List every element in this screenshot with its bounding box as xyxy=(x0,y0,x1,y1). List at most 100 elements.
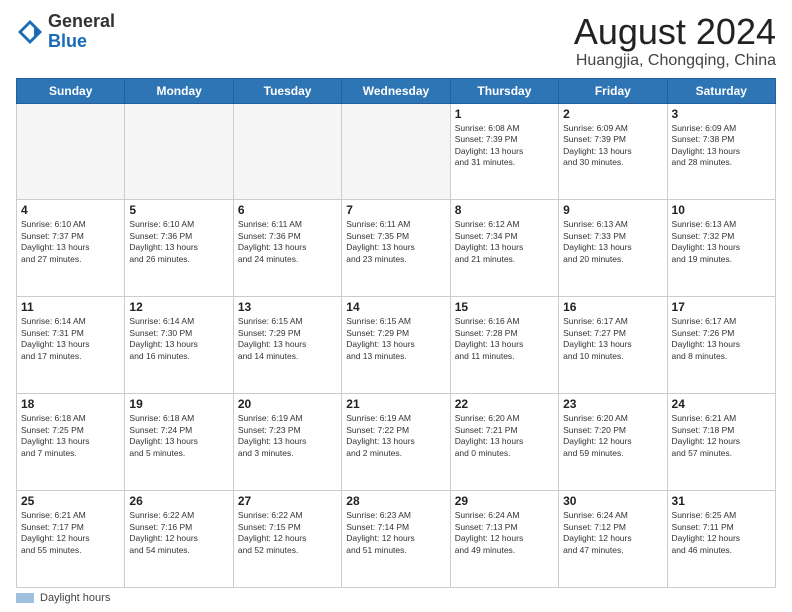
calendar-cell: 23Sunrise: 6:20 AM Sunset: 7:20 PM Dayli… xyxy=(559,394,667,491)
day-info: Sunrise: 6:18 AM Sunset: 7:25 PM Dayligh… xyxy=(21,413,120,459)
weekday-header: Saturday xyxy=(667,78,775,103)
calendar-cell: 3 Sunrise: 6:09 AM Sunset: 7:38 PM Daylig… xyxy=(667,103,775,200)
day-info: Sunrise: 6:23 AM Sunset: 7:14 PM Dayligh… xyxy=(346,510,445,556)
day-number: 31 xyxy=(672,494,771,508)
logo-text: General Blue xyxy=(48,12,115,52)
day-info: Sunrise: 6:09 AM Sunset: 7:39 PM Dayligh… xyxy=(563,123,662,169)
day-number: 13 xyxy=(238,300,337,314)
day-info: Sunrise: 6:17 AM Sunset: 7:26 PM Dayligh… xyxy=(672,316,771,362)
location: Huangjia, Chongqing, China xyxy=(574,52,776,70)
day-number: 11 xyxy=(21,300,120,314)
weekday-header: Monday xyxy=(125,78,233,103)
calendar-cell: 12 Sunrise: 6:14 AM Sunset: 7:30 PM Dayli… xyxy=(125,297,233,394)
calendar-cell: 29 Sunrise: 6:24 AM Sunset: 7:13 PM Dayli… xyxy=(450,491,558,588)
day-number: 25 xyxy=(21,494,120,508)
day-info: Sunrise: 6:19 AM Sunset: 7:23 PM Dayligh… xyxy=(238,413,337,459)
weekday-header-row: SundayMondayTuesdayWednesdayThursdayFrid… xyxy=(17,78,776,103)
day-info: Sunrise: 6:10 AM Sunset: 7:36 PM Dayligh… xyxy=(129,219,228,265)
day-info: Sunrise: 6:11 AM Sunset: 7:35 PM Dayligh… xyxy=(346,219,445,265)
day-number: 29 xyxy=(455,494,554,508)
calendar-cell: 19 Sunrise: 6:18 AM Sunset: 7:24 PM Dayli… xyxy=(125,394,233,491)
day-info: Sunrise: 6:20 AM Sunset: 7:20 PM Dayligh… xyxy=(563,413,662,459)
day-info: Sunrise: 6:10 AM Sunset: 7:37 PM Dayligh… xyxy=(21,219,120,265)
calendar-cell: 31 Sunrise: 6:25 AM Sunset: 7:11 PM Dayli… xyxy=(667,491,775,588)
calendar-cell: 27 Sunrise: 6:22 AM Sunset: 7:15 PM Dayli… xyxy=(233,491,341,588)
daylight-swatch xyxy=(16,593,34,603)
day-info: Sunrise: 6:12 AM Sunset: 7:34 PM Dayligh… xyxy=(455,219,554,265)
footer: Daylight hours xyxy=(16,592,776,604)
day-info: Sunrise: 6:20 AM Sunset: 7:21 PM Dayligh… xyxy=(455,413,554,459)
weekday-header: Friday xyxy=(559,78,667,103)
day-info: Sunrise: 6:14 AM Sunset: 7:31 PM Dayligh… xyxy=(21,316,120,362)
calendar-week-row: 18 Sunrise: 6:18 AM Sunset: 7:25 PM Dayli… xyxy=(17,394,776,491)
calendar-cell xyxy=(125,103,233,200)
calendar-week-row: 11 Sunrise: 6:14 AM Sunset: 7:31 PM Dayli… xyxy=(17,297,776,394)
day-info: Sunrise: 6:22 AM Sunset: 7:15 PM Dayligh… xyxy=(238,510,337,556)
day-info: Sunrise: 6:16 AM Sunset: 7:28 PM Dayligh… xyxy=(455,316,554,362)
day-number: 22 xyxy=(455,397,554,411)
day-number: 7 xyxy=(346,203,445,217)
weekday-header: Tuesday xyxy=(233,78,341,103)
day-info: Sunrise: 6:14 AM Sunset: 7:30 PM Dayligh… xyxy=(129,316,228,362)
calendar-cell: 7 Sunrise: 6:11 AM Sunset: 7:35 PM Daylig… xyxy=(342,200,450,297)
calendar-cell: 28 Sunrise: 6:23 AM Sunset: 7:14 PM Dayli… xyxy=(342,491,450,588)
calendar-week-row: 4 Sunrise: 6:10 AM Sunset: 7:37 PM Daylig… xyxy=(17,200,776,297)
logo-icon xyxy=(16,18,44,46)
weekday-header: Wednesday xyxy=(342,78,450,103)
weekday-header: Sunday xyxy=(17,78,125,103)
page: General Blue August 2024 Huangjia, Chong… xyxy=(0,0,792,612)
logo: General Blue xyxy=(16,12,115,52)
day-number: 20 xyxy=(238,397,337,411)
day-info: Sunrise: 6:21 AM Sunset: 7:18 PM Dayligh… xyxy=(672,413,771,459)
calendar-cell: 24Sunrise: 6:21 AM Sunset: 7:18 PM Dayli… xyxy=(667,394,775,491)
day-number: 3 xyxy=(672,107,771,121)
calendar-cell: 21 Sunrise: 6:19 AM Sunset: 7:22 PM Dayli… xyxy=(342,394,450,491)
day-number: 5 xyxy=(129,203,228,217)
calendar-cell: 13 Sunrise: 6:15 AM Sunset: 7:29 PM Dayli… xyxy=(233,297,341,394)
calendar-cell: 6Sunrise: 6:11 AM Sunset: 7:36 PM Daylig… xyxy=(233,200,341,297)
title-block: August 2024 Huangjia, Chongqing, China xyxy=(574,12,776,70)
day-number: 28 xyxy=(346,494,445,508)
day-info: Sunrise: 6:15 AM Sunset: 7:29 PM Dayligh… xyxy=(346,316,445,362)
day-number: 12 xyxy=(129,300,228,314)
day-number: 17 xyxy=(672,300,771,314)
day-number: 21 xyxy=(346,397,445,411)
calendar-cell: 30Sunrise: 6:24 AM Sunset: 7:12 PM Dayli… xyxy=(559,491,667,588)
day-number: 6 xyxy=(238,203,337,217)
calendar-cell: 16 Sunrise: 6:17 AM Sunset: 7:27 PM Dayli… xyxy=(559,297,667,394)
day-number: 4 xyxy=(21,203,120,217)
calendar-cell: 9Sunrise: 6:13 AM Sunset: 7:33 PM Daylig… xyxy=(559,200,667,297)
calendar-cell: 10Sunrise: 6:13 AM Sunset: 7:32 PM Dayli… xyxy=(667,200,775,297)
day-number: 10 xyxy=(672,203,771,217)
calendar-cell: 17 Sunrise: 6:17 AM Sunset: 7:26 PM Dayli… xyxy=(667,297,775,394)
day-number: 18 xyxy=(21,397,120,411)
day-number: 16 xyxy=(563,300,662,314)
day-info: Sunrise: 6:17 AM Sunset: 7:27 PM Dayligh… xyxy=(563,316,662,362)
calendar-cell: 18 Sunrise: 6:18 AM Sunset: 7:25 PM Dayli… xyxy=(17,394,125,491)
calendar-cell xyxy=(17,103,125,200)
day-info: Sunrise: 6:19 AM Sunset: 7:22 PM Dayligh… xyxy=(346,413,445,459)
day-info: Sunrise: 6:18 AM Sunset: 7:24 PM Dayligh… xyxy=(129,413,228,459)
day-info: Sunrise: 6:09 AM Sunset: 7:38 PM Dayligh… xyxy=(672,123,771,169)
calendar-cell: 8Sunrise: 6:12 AM Sunset: 7:34 PM Daylig… xyxy=(450,200,558,297)
day-number: 2 xyxy=(563,107,662,121)
day-number: 19 xyxy=(129,397,228,411)
day-info: Sunrise: 6:21 AM Sunset: 7:17 PM Dayligh… xyxy=(21,510,120,556)
calendar-cell: 25 Sunrise: 6:21 AM Sunset: 7:17 PM Dayli… xyxy=(17,491,125,588)
day-info: Sunrise: 6:25 AM Sunset: 7:11 PM Dayligh… xyxy=(672,510,771,556)
calendar-cell: 14Sunrise: 6:15 AM Sunset: 7:29 PM Dayli… xyxy=(342,297,450,394)
day-info: Sunrise: 6:24 AM Sunset: 7:13 PM Dayligh… xyxy=(455,510,554,556)
calendar-cell xyxy=(233,103,341,200)
weekday-header: Thursday xyxy=(450,78,558,103)
logo-general: General xyxy=(48,11,115,31)
day-number: 30 xyxy=(563,494,662,508)
day-number: 27 xyxy=(238,494,337,508)
calendar: SundayMondayTuesdayWednesdayThursdayFrid… xyxy=(16,78,776,588)
day-number: 26 xyxy=(129,494,228,508)
calendar-cell: 5 Sunrise: 6:10 AM Sunset: 7:36 PM Daylig… xyxy=(125,200,233,297)
calendar-cell: 22 Sunrise: 6:20 AM Sunset: 7:21 PM Dayli… xyxy=(450,394,558,491)
day-info: Sunrise: 6:15 AM Sunset: 7:29 PM Dayligh… xyxy=(238,316,337,362)
calendar-cell: 20 Sunrise: 6:19 AM Sunset: 7:23 PM Dayli… xyxy=(233,394,341,491)
calendar-cell: 4 Sunrise: 6:10 AM Sunset: 7:37 PM Daylig… xyxy=(17,200,125,297)
day-number: 1 xyxy=(455,107,554,121)
